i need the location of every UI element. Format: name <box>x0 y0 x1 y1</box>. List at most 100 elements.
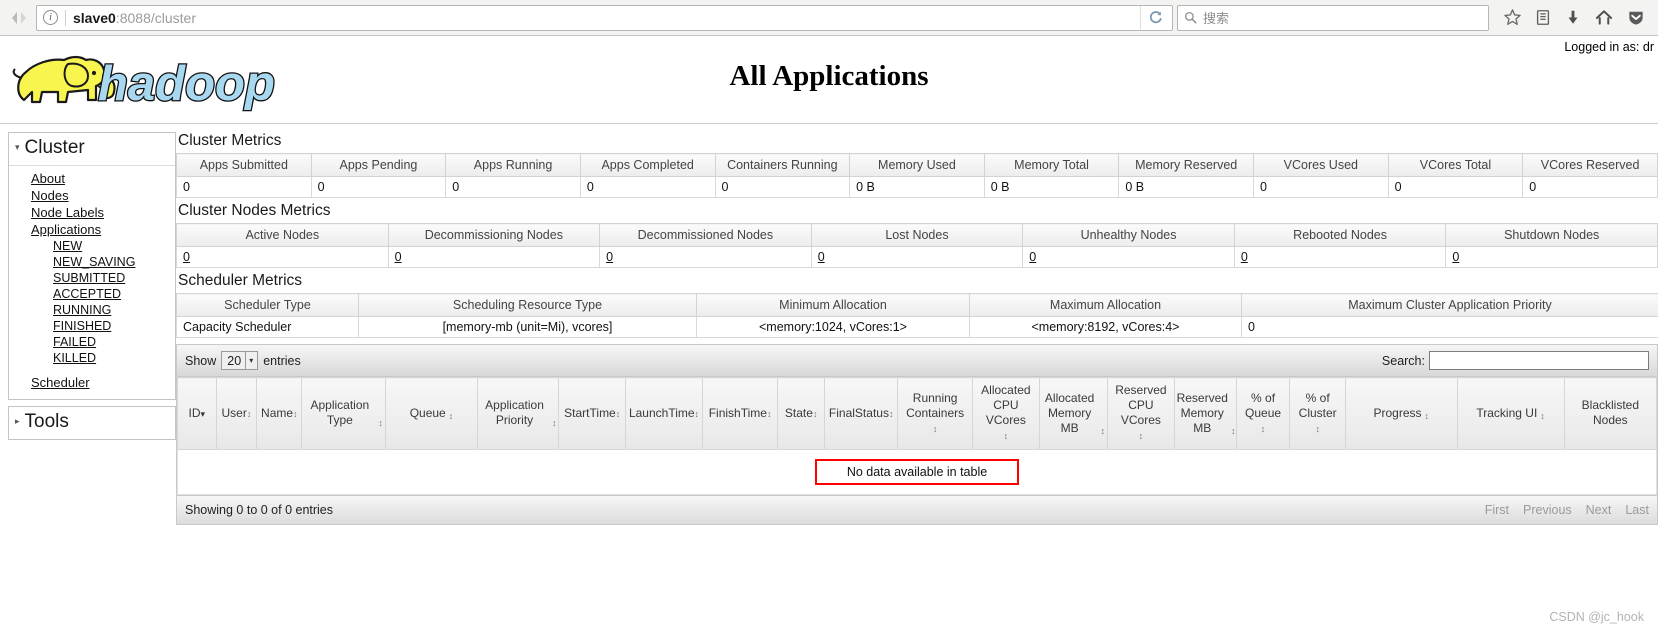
col-id[interactable]: ID ▾ <box>177 377 217 450</box>
applications-table: ID ▾ User ↕ Name ↕ Application Type ↕ Queue ↕… <box>177 377 1658 495</box>
browser-search-box[interactable]: 搜索 <box>1177 4 1489 31</box>
col-maximum-allocation: Maximum Allocation <box>969 293 1242 317</box>
shutdown-nodes-link[interactable]: 0 <box>1452 250 1459 264</box>
datatable-pagination: First Previous Next Last <box>1485 503 1649 517</box>
page-first-button[interactable]: First <box>1485 503 1509 517</box>
decommissioned-nodes-link[interactable]: 0 <box>606 250 613 264</box>
col-allocated-cpu-vcores[interactable]: Allocated CPU VCores ↕ <box>972 377 1040 450</box>
scheduler-metrics-title: Scheduler Metrics <box>178 272 303 289</box>
download-arrow-icon[interactable] <box>1564 8 1582 27</box>
col-vcores-total: VCores Total <box>1387 153 1524 177</box>
entries-value: 20 <box>227 353 242 368</box>
info-icon[interactable]: i <box>43 10 58 25</box>
col-label: User <box>221 405 247 420</box>
cell-apps-pending: 0 <box>310 176 447 198</box>
col-launchtime[interactable]: LaunchTime ↕ <box>624 377 704 450</box>
sidebar-item-accepted[interactable]: ACCEPTED <box>9 286 175 302</box>
col-scheduler-type: Scheduler Type <box>176 293 359 317</box>
sort-both-icon: ↕ <box>246 408 252 419</box>
sidebar-item-scheduler[interactable]: Scheduler <box>9 374 175 391</box>
sidebar-item-submitted[interactable]: SUBMITTED <box>9 270 175 286</box>
col-label: FinishTime <box>708 405 767 420</box>
sort-both-icon: ↕ <box>694 408 700 419</box>
sidebar-item-new-saving[interactable]: NEW_SAVING <box>9 254 175 270</box>
search-input[interactable] <box>1429 351 1649 370</box>
col-tracking-ui[interactable]: Tracking UI ↕ <box>1456 377 1565 450</box>
cell-scheduler-type: Capacity Scheduler <box>176 316 359 338</box>
sidebar-item-nodes[interactable]: Nodes <box>9 187 175 204</box>
col-reserved-memory-mb[interactable]: Reserved Memory MB ↕ <box>1173 377 1237 450</box>
col-label: LaunchTime <box>628 405 695 420</box>
rebooted-nodes-link[interactable]: 0 <box>1241 250 1248 264</box>
browser-tool-icons <box>1493 8 1652 27</box>
sidebar-item-running[interactable]: RUNNING <box>9 302 175 318</box>
sidebar-item-new[interactable]: NEW <box>9 238 175 254</box>
col-vcores-used: VCores Used <box>1253 153 1389 177</box>
page-previous-button[interactable]: Previous <box>1523 503 1572 517</box>
col-label: Allocated Memory MB <box>1044 390 1095 435</box>
col-lost-nodes: Lost Nodes <box>810 223 1024 247</box>
reload-button[interactable] <box>1140 5 1170 30</box>
logged-in-status: Logged in as: dr <box>1564 40 1654 54</box>
sidebar-item-killed[interactable]: KILLED <box>9 350 175 366</box>
shield-icon[interactable] <box>1626 8 1646 27</box>
col-pct-of-queue[interactable]: % of Queue ↕ <box>1235 377 1291 450</box>
sidebar-item-failed[interactable]: FAILED <box>9 334 175 350</box>
col-blacklisted-nodes[interactable]: Blacklisted Nodes <box>1563 377 1658 450</box>
page-last-button[interactable]: Last <box>1625 503 1649 517</box>
star-icon[interactable] <box>1503 8 1522 27</box>
col-progress[interactable]: Progress ↕ <box>1345 377 1458 450</box>
entries-per-page-select[interactable]: 20 ▾ <box>221 351 259 370</box>
datatable-footer: Showing 0 to 0 of 0 entries First Previo… <box>177 495 1657 524</box>
col-apps-completed: Apps Completed <box>579 153 716 177</box>
col-name[interactable]: Name ↕ <box>256 377 303 450</box>
col-scheduling-resource-type: Scheduling Resource Type <box>358 293 697 317</box>
col-finishtime[interactable]: FinishTime ↕ <box>702 377 779 450</box>
page-body: ▾ Cluster About Nodes Node Labels Applica… <box>0 124 1658 525</box>
decommissioning-nodes-link[interactable]: 0 <box>395 250 402 264</box>
col-starttime[interactable]: StartTime ↕ <box>558 377 626 450</box>
col-application-priority[interactable]: Application Priority ↕ <box>477 377 560 450</box>
active-nodes-link[interactable]: 0 <box>183 250 190 264</box>
col-user[interactable]: User ↕ <box>215 377 258 450</box>
col-label: StartTime <box>564 405 616 420</box>
chevron-right-icon: ▸ <box>15 416 20 426</box>
sidebar-panel-cluster: ▾ Cluster About Nodes Node Labels Applica… <box>8 132 176 400</box>
cell-memory-total: 0 B <box>983 176 1120 198</box>
col-pct-of-cluster[interactable]: % of Cluster ↕ <box>1289 377 1347 450</box>
sidebar-tools-header[interactable]: ▸ Tools <box>9 407 175 439</box>
cell-apps-submitted: 0 <box>176 176 312 198</box>
sidebar-cluster-title: Cluster <box>24 137 85 158</box>
page-next-button[interactable]: Next <box>1586 503 1612 517</box>
col-finalstatus[interactable]: FinalStatus ↕ <box>824 377 899 450</box>
library-icon[interactable] <box>1534 8 1552 27</box>
sidebar-item-about[interactable]: About <box>9 170 175 187</box>
browser-search-placeholder: 搜索 <box>1203 11 1230 26</box>
col-label: Blacklisted Nodes <box>1581 398 1640 427</box>
table-empty-row: No data available in table <box>177 449 1657 495</box>
col-allocated-memory-mb[interactable]: Allocated Memory MB ↕ <box>1038 377 1109 450</box>
back-forward-arrows-icon[interactable] <box>6 5 32 31</box>
sidebar-cluster-header[interactable]: ▾ Cluster <box>9 133 175 166</box>
col-running-containers[interactable]: Running Containers ↕ <box>897 377 974 450</box>
col-application-type[interactable]: Application Type ↕ <box>301 377 386 450</box>
sidebar-item-finished[interactable]: FINISHED <box>9 318 175 334</box>
url-path: :8088/cluster <box>115 9 196 26</box>
col-state[interactable]: State ↕ <box>777 377 826 450</box>
col-label: Progress <box>1373 405 1422 420</box>
sort-both-icon: ↕ <box>1424 410 1430 421</box>
sidebar-item-applications[interactable]: Applications <box>9 221 175 238</box>
table-row: Capacity Scheduler [memory-mb (unit=Mi),… <box>176 316 1658 338</box>
lost-nodes-link[interactable]: 0 <box>818 250 825 264</box>
unhealthy-nodes-link[interactable]: 0 <box>1029 250 1036 264</box>
col-reserved-cpu-vcores[interactable]: Reserved CPU VCores ↕ <box>1107 377 1175 450</box>
sidebar: ▾ Cluster About Nodes Node Labels Applica… <box>0 124 176 446</box>
col-label: FinalStatus <box>828 405 889 420</box>
address-bar[interactable]: i slave0:8088/cluster <box>36 4 1173 31</box>
col-queue[interactable]: Queue ↕ <box>384 377 479 450</box>
sidebar-item-node-labels[interactable]: Node Labels <box>9 204 175 221</box>
home-icon[interactable] <box>1594 8 1614 27</box>
col-label: Application Type <box>310 398 370 427</box>
col-decommissioned-nodes: Decommissioned Nodes <box>599 223 812 247</box>
col-memory-used: Memory Used <box>849 153 985 177</box>
